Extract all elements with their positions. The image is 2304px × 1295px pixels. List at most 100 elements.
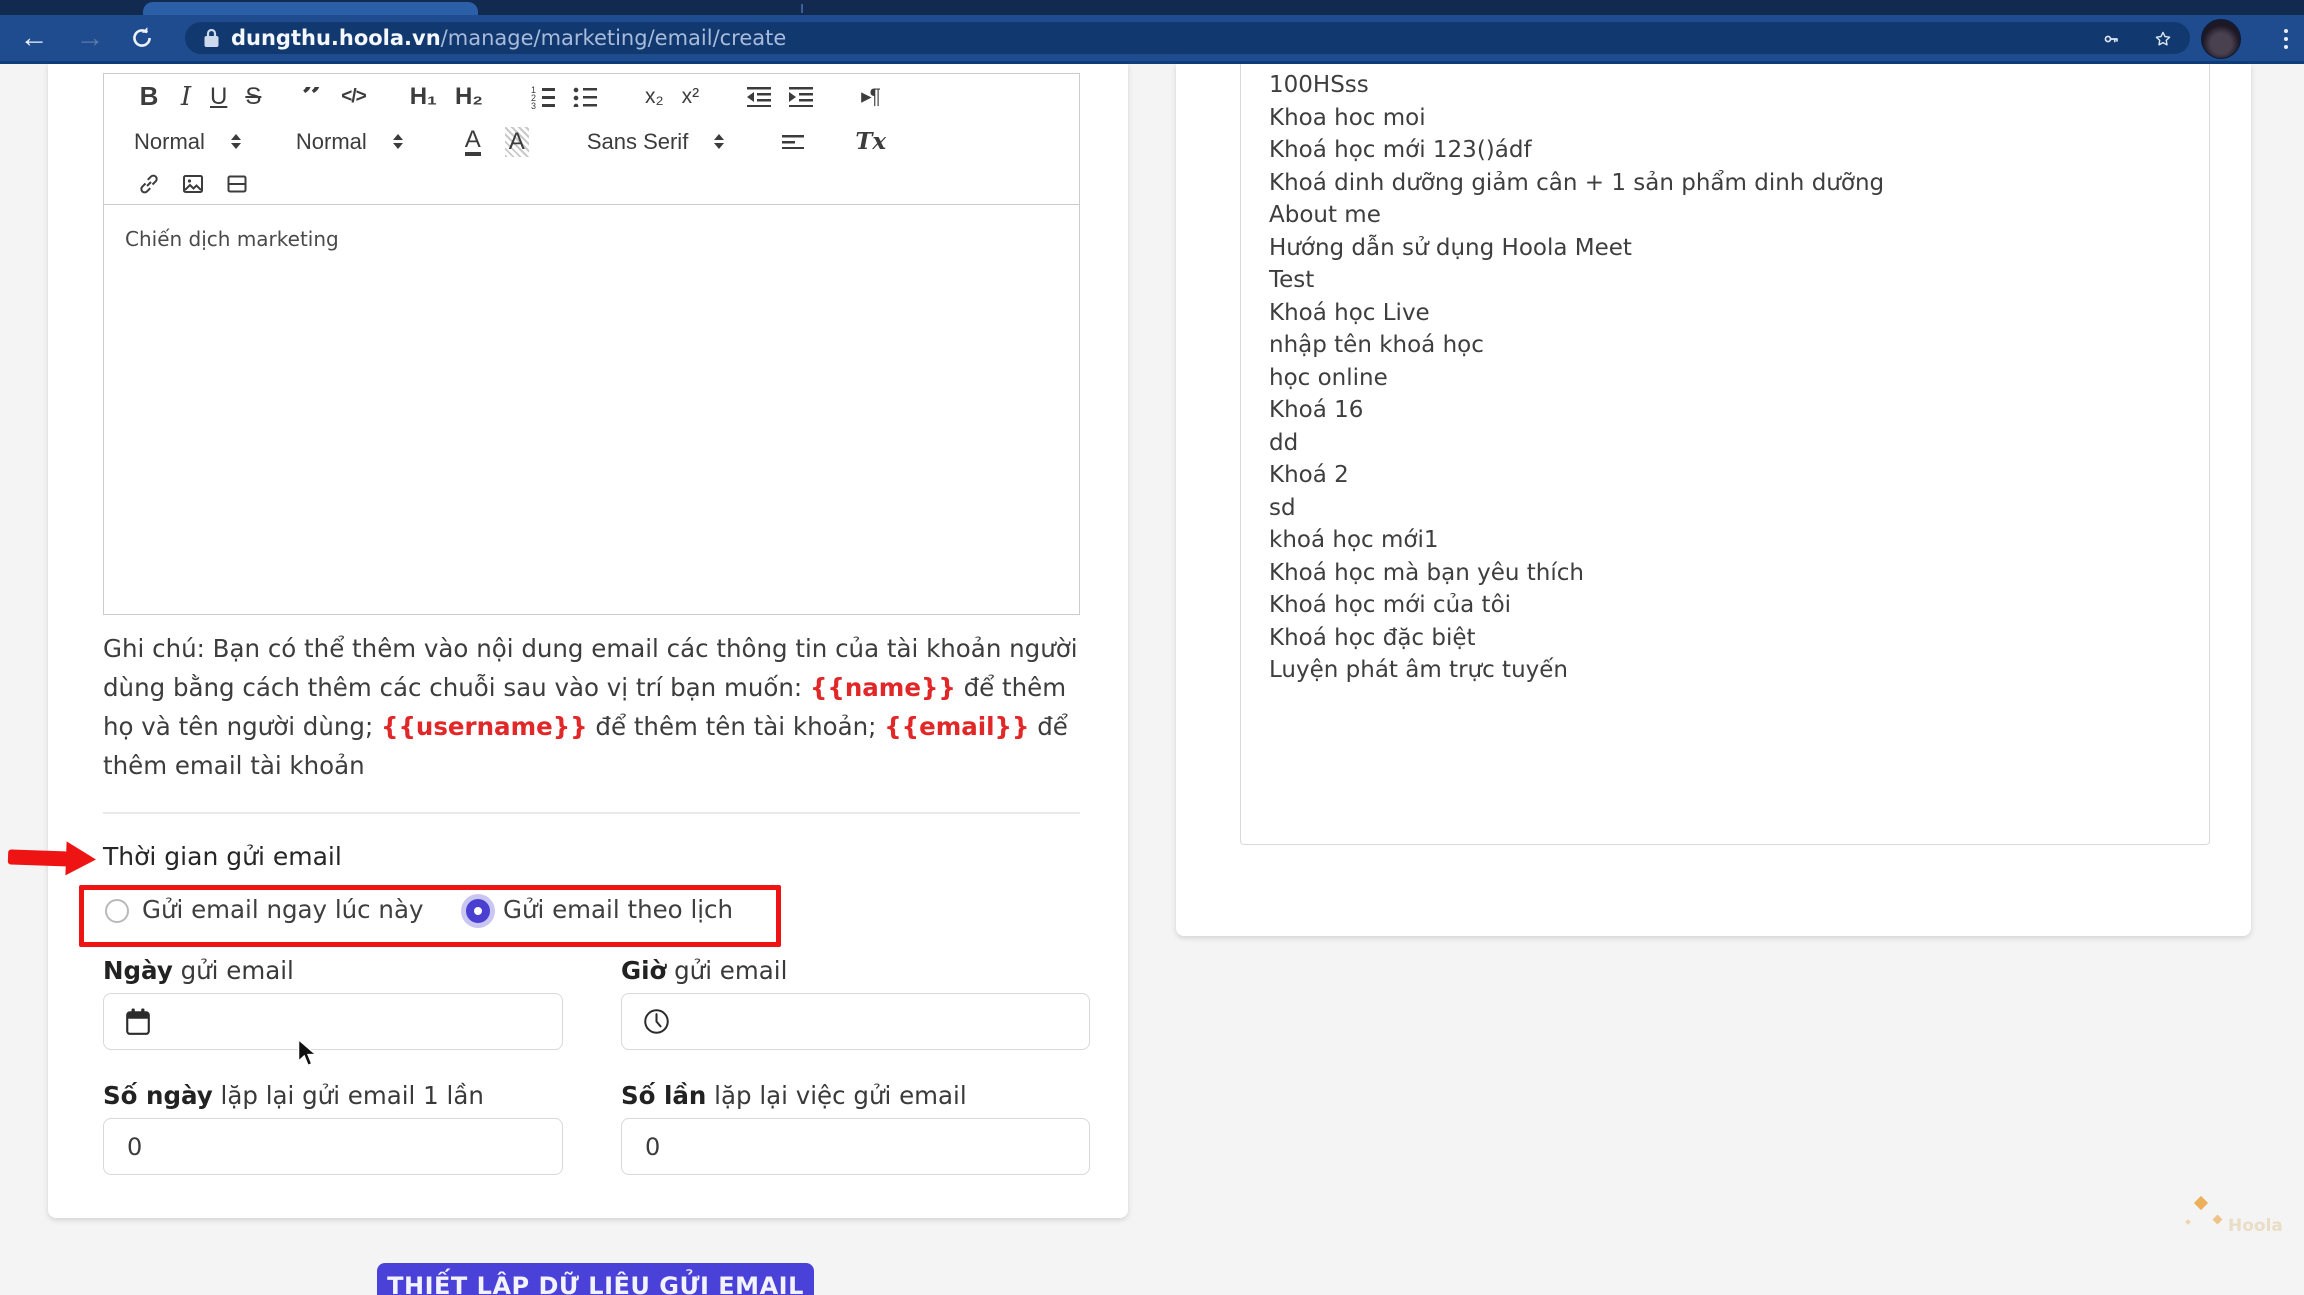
course-list-item[interactable]: sd [1269,492,2209,525]
background-color-button[interactable]: A [502,125,532,159]
course-list-card: 100HSssKhoa hoc moiKhoá học mới 123()ádf… [1176,64,2251,936]
header-select[interactable]: Normal [296,129,403,155]
password-key-button[interactable] [2096,24,2126,54]
hoola-watermark: Hoola [2228,1216,2283,1236]
browser-menu-button[interactable] [2278,24,2294,54]
bullet-list-button[interactable] [557,80,599,114]
course-list-item[interactable]: Khoa hoc moi [1269,102,2209,135]
bullet-list-icon [573,87,597,107]
direction-button[interactable]: ▸¶ [815,80,881,114]
background-color-icon: A [505,127,529,157]
editor-content-area[interactable]: Chiến dịch marketing [103,205,1080,615]
course-list-item[interactable]: Test [1269,264,2209,297]
radio-send-now-label[interactable]: Gửi email ngay lúc này [142,895,423,924]
code-block-button[interactable]: </> [325,80,367,114]
setup-send-data-button[interactable]: THIẾT LẬP DỮ LIỆU GỬI EMAIL [377,1263,814,1295]
back-button[interactable]: ← [14,18,54,58]
course-list-item[interactable]: Khoá dinh dưỡng giảm cân + 1 sản phẩm di… [1269,167,2209,200]
course-list-item[interactable]: Khoá 16 [1269,394,2209,427]
repeat-days-input[interactable] [104,1133,562,1161]
radio-send-scheduled-label[interactable]: Gửi email theo lịch [503,895,733,924]
course-list: 100HSssKhoa hoc moiKhoá học mới 123()ádf… [1241,64,2209,687]
course-list-item[interactable]: dd [1269,427,2209,460]
blockquote-button[interactable]: ” [263,80,325,114]
indent-button[interactable] [773,80,815,114]
course-list-item[interactable]: nhập tên khoá học [1269,329,2209,362]
sparkle-icon [2213,1215,2223,1225]
sparkle-icon [2194,1196,2208,1210]
star-icon [2154,25,2172,53]
strikethrough-icon: S [245,83,261,111]
repeat-count-input[interactable] [622,1133,1089,1161]
indent-icon [789,87,813,107]
text-direction-icon: ▸¶ [861,84,879,109]
italic-icon: I [181,82,191,112]
course-list-item[interactable]: học online [1269,362,2209,395]
bookmark-star-button[interactable] [2148,24,2178,54]
align-button[interactable] [779,125,809,159]
date-input-box[interactable] [103,993,563,1050]
course-list-item[interactable]: Khoá học mà bạn yêu thích [1269,557,2209,590]
superscript-button[interactable]: x² [666,80,702,114]
address-bar[interactable]: dungthu.hoola.vn/manage/marketing/email/… [185,22,2190,54]
lock-icon[interactable] [203,28,220,48]
note-text: Ghi chú: Bạn có thể thêm vào nội dung em… [103,629,1088,785]
course-list-item[interactable]: Hướng dẫn sử dụng Hoola Meet [1269,232,2209,265]
time-input-box[interactable] [621,993,1090,1050]
header-1-button[interactable]: H₁ [368,80,439,114]
course-list-item[interactable]: Khoá học mới của tôi [1269,589,2209,622]
time-field-label: Giờ gửi email [621,956,787,985]
forward-button[interactable]: → [70,18,110,58]
course-list-item[interactable]: khoá học mới1 [1269,524,2209,557]
video-icon [225,172,249,196]
clean-format-button[interactable]: Tx [853,125,888,159]
course-list-box: 100HSssKhoa hoc moiKhoá học mới 123()ádf… [1240,64,2210,845]
toolbar-row-3 [104,164,1079,204]
tab-divider [801,4,803,13]
course-list-item[interactable]: 100HSss [1269,69,2209,102]
size-select-value: Normal [134,129,205,155]
repeat-days-label: Số ngày lặp lại gửi email 1 lần [103,1081,484,1110]
profile-avatar[interactable] [2201,19,2241,59]
repeat-days-input-box[interactable] [103,1118,563,1175]
bold-button[interactable]: B [134,80,164,114]
reload-button[interactable] [122,18,162,58]
image-icon [181,172,205,196]
radio-send-scheduled[interactable] [466,899,490,923]
underline-button[interactable]: U [194,80,229,114]
time-input[interactable] [682,1008,1089,1036]
font-select[interactable]: Sans Serif [587,129,725,155]
text-color-icon: A [465,128,481,156]
browser-active-tab[interactable] [143,2,478,15]
menu-dot [2284,45,2288,49]
header-2-icon: H₂ [455,83,483,111]
course-list-item[interactable]: Luyện phát âm trực tuyến [1269,654,2209,687]
course-list-item[interactable]: Khoá 2 [1269,459,2209,492]
course-list-item[interactable]: Khoá học mới 123()ádf [1269,134,2209,167]
token-email: {{email}} [884,712,1029,741]
text-color-button[interactable]: A [458,125,488,159]
ordered-list-button[interactable] [485,80,557,114]
video-button[interactable] [222,167,252,201]
subscript-button[interactable]: x₂ [599,80,666,114]
menu-dot [2284,37,2288,41]
strike-button[interactable]: S [229,80,263,114]
header-2-button[interactable]: H₂ [439,80,485,114]
superscript-icon: x² [682,85,700,109]
course-list-item[interactable]: About me [1269,199,2209,232]
editor-text[interactable]: Chiến dịch marketing [125,227,339,251]
image-button[interactable] [178,167,208,201]
date-field-label: Ngày gửi email [103,956,294,985]
chevron-updown-icon [714,134,724,149]
italic-button[interactable]: I [164,80,194,114]
url-text: dungthu.hoola.vn/manage/marketing/email/… [231,26,786,50]
date-input[interactable] [163,1008,562,1036]
repeat-count-input-box[interactable] [621,1118,1090,1175]
size-select[interactable]: Normal [134,129,241,155]
outdent-button[interactable] [701,80,773,114]
radio-send-now[interactable] [105,899,129,923]
course-list-item[interactable]: Khoá học Live [1269,297,2209,330]
link-button[interactable] [134,167,164,201]
clock-icon [643,1008,670,1035]
course-list-item[interactable]: Khoá học đặc biệt [1269,622,2209,655]
